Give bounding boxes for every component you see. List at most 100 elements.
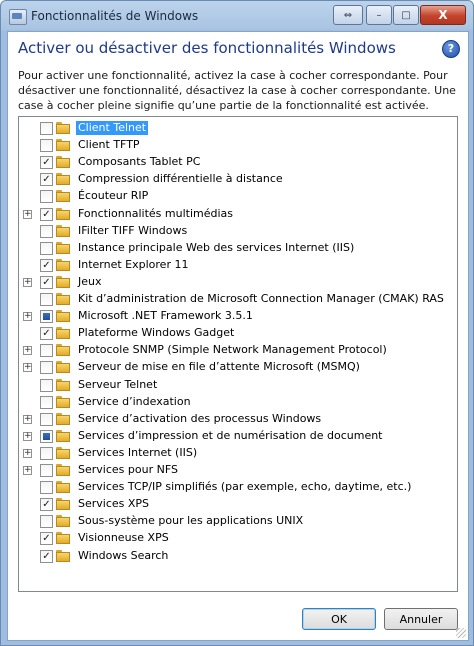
feature-item[interactable]: + ✓ Fonctionnalités multimédias [19, 206, 457, 223]
feature-label[interactable]: Écouteur RIP [76, 189, 150, 203]
feature-item[interactable]: ✓ Visionneuse XPS [19, 530, 457, 547]
feature-checkbox[interactable]: ✓ [40, 258, 53, 272]
feature-label[interactable]: Windows Search [76, 549, 170, 563]
feature-checkbox[interactable] [40, 515, 53, 529]
maximize-button[interactable]: □ [393, 5, 419, 25]
expand-icon[interactable]: + [23, 448, 32, 458]
feature-item[interactable]: ✓ Services XPS [19, 496, 457, 513]
feature-checkbox[interactable]: ✓ [40, 173, 53, 187]
feature-checkbox[interactable]: ✓ [40, 327, 53, 341]
feature-item[interactable]: Services TCP/IP simplifiés (par exemple,… [19, 479, 457, 496]
feature-label[interactable]: Service d’activation des processus Windo… [76, 412, 323, 426]
expand-icon[interactable]: + [23, 431, 32, 441]
feature-label[interactable]: Services d’impression et de numérisation… [76, 429, 385, 443]
feature-item[interactable]: Client TFTP [19, 137, 457, 154]
feature-item[interactable]: Sous-système pour les applications UNIX [19, 513, 457, 530]
feature-label[interactable]: Services TCP/IP simplifiés (par exemple,… [76, 480, 413, 494]
feature-label[interactable]: Kit d’administration de Microsoft Connec… [76, 292, 446, 306]
folder-icon [56, 139, 70, 152]
feature-checkbox[interactable] [40, 412, 53, 426]
feature-label[interactable]: Services Internet (IIS) [76, 446, 199, 460]
feature-checkbox[interactable]: ✓ [40, 207, 53, 221]
feature-label[interactable]: Client Telnet [76, 121, 149, 135]
feature-label[interactable]: Microsoft .NET Framework 3.5.1 [76, 309, 255, 323]
feature-checkbox[interactable] [40, 395, 53, 409]
feature-label[interactable]: Client TFTP [76, 138, 142, 152]
feature-item[interactable]: Client Telnet [19, 120, 457, 137]
restore-button[interactable]: ⇔ [333, 5, 363, 25]
feature-checkbox[interactable] [40, 190, 53, 204]
feature-item[interactable]: + Protocole SNMP (Simple Network Manageme… [19, 342, 457, 359]
feature-label[interactable]: Internet Explorer 11 [76, 258, 190, 272]
feature-item[interactable]: ✓ Windows Search [19, 548, 457, 565]
expand-icon[interactable]: + [23, 312, 32, 322]
feature-checkbox[interactable]: ✓ [40, 275, 53, 289]
folder-icon [56, 122, 70, 134]
feature-label[interactable]: Composants Tablet PC [76, 155, 202, 169]
feature-checkbox[interactable]: ✓ [40, 498, 53, 512]
feature-label[interactable]: Services pour NFS [76, 463, 180, 477]
feature-label[interactable]: Compression différentielle à distance [76, 172, 285, 186]
feature-checkbox[interactable] [40, 361, 53, 375]
feature-label[interactable]: Protocole SNMP (Simple Network Managemen… [76, 343, 389, 357]
expand-icon[interactable]: + [23, 363, 32, 373]
ok-button[interactable]: OK [302, 608, 376, 630]
feature-item[interactable]: ✓ Plateforme Windows Gadget [19, 325, 457, 342]
feature-label[interactable]: IFilter TIFF Windows [76, 224, 189, 238]
feature-checkbox[interactable] [40, 446, 53, 460]
feature-label[interactable]: Services XPS [76, 497, 151, 511]
feature-label[interactable]: Fonctionnalités multimédias [76, 207, 235, 221]
feature-item[interactable]: Instance principale Web des services Int… [19, 240, 457, 257]
feature-checkbox[interactable] [40, 224, 53, 238]
feature-item[interactable]: + Services Internet (IIS) [19, 445, 457, 462]
feature-checkbox[interactable]: ✓ [40, 549, 53, 563]
feature-label[interactable]: Jeux [76, 275, 104, 289]
title-bar[interactable]: Fonctionnalités de Windows ⇔ – □ X [1, 1, 473, 31]
feature-label[interactable]: Serveur de mise en file d’attente Micros… [76, 360, 362, 374]
feature-item[interactable]: ✓ Internet Explorer 11 [19, 257, 457, 274]
feature-checkbox[interactable]: ✓ [40, 532, 53, 546]
feature-label[interactable]: Instance principale Web des services Int… [76, 241, 356, 255]
feature-checkbox[interactable]: ✓ [40, 156, 53, 170]
feature-label[interactable]: Plateforme Windows Gadget [76, 326, 236, 340]
cancel-button[interactable]: Annuler [384, 608, 458, 630]
feature-checkbox[interactable] [40, 378, 53, 392]
feature-label[interactable]: Visionneuse XPS [76, 531, 171, 545]
feature-item[interactable]: Kit d’administration de Microsoft Connec… [19, 291, 457, 308]
feature-item[interactable]: + Microsoft .NET Framework 3.5.1 [19, 308, 457, 325]
expand-icon[interactable]: + [23, 414, 32, 424]
expand-icon[interactable]: + [23, 209, 32, 219]
feature-checkbox[interactable] [40, 310, 53, 324]
feature-label[interactable]: Sous-système pour les applications UNIX [76, 514, 305, 528]
feature-checkbox[interactable] [40, 481, 53, 495]
feature-item[interactable]: + Services d’impression et de numérisatio… [19, 428, 457, 445]
feature-checkbox[interactable] [40, 429, 53, 443]
resize-grip[interactable] [456, 628, 466, 638]
feature-item[interactable]: + Services pour NFS [19, 462, 457, 479]
feature-checkbox[interactable] [40, 464, 53, 477]
feature-checkbox[interactable] [40, 139, 53, 153]
feature-item[interactable]: Écouteur RIP [19, 188, 457, 205]
feature-item[interactable]: + Serveur de mise en file d’attente Micro… [19, 359, 457, 376]
expand-icon[interactable]: + [23, 277, 32, 287]
feature-item[interactable]: + Service d’activation des processus Wind… [19, 411, 457, 428]
feature-item[interactable]: Serveur Telnet [19, 377, 457, 394]
feature-item[interactable]: ✓ Composants Tablet PC [19, 154, 457, 171]
feature-checkbox[interactable] [40, 122, 53, 135]
feature-checkbox[interactable] [40, 241, 53, 255]
folder-icon [56, 361, 70, 374]
expand-icon[interactable]: + [23, 346, 32, 356]
feature-label[interactable]: Service d’indexation [76, 395, 193, 409]
feature-checkbox[interactable] [40, 344, 53, 358]
feature-checkbox[interactable] [40, 293, 53, 306]
close-button[interactable]: X [420, 5, 466, 25]
help-icon[interactable]: ? [442, 40, 460, 58]
feature-item[interactable]: Service d’indexation [19, 394, 457, 411]
feature-item[interactable]: IFilter TIFF Windows [19, 223, 457, 240]
minimize-button[interactable]: – [366, 5, 392, 25]
feature-tree[interactable]: Client Telnet Client TFTP ✓ Composants Tabl… [18, 116, 458, 592]
feature-label[interactable]: Serveur Telnet [76, 378, 159, 392]
feature-item[interactable]: + ✓ Jeux [19, 274, 457, 291]
feature-item[interactable]: ✓ Compression différentielle à distance [19, 171, 457, 188]
expand-icon[interactable]: + [23, 466, 32, 475]
